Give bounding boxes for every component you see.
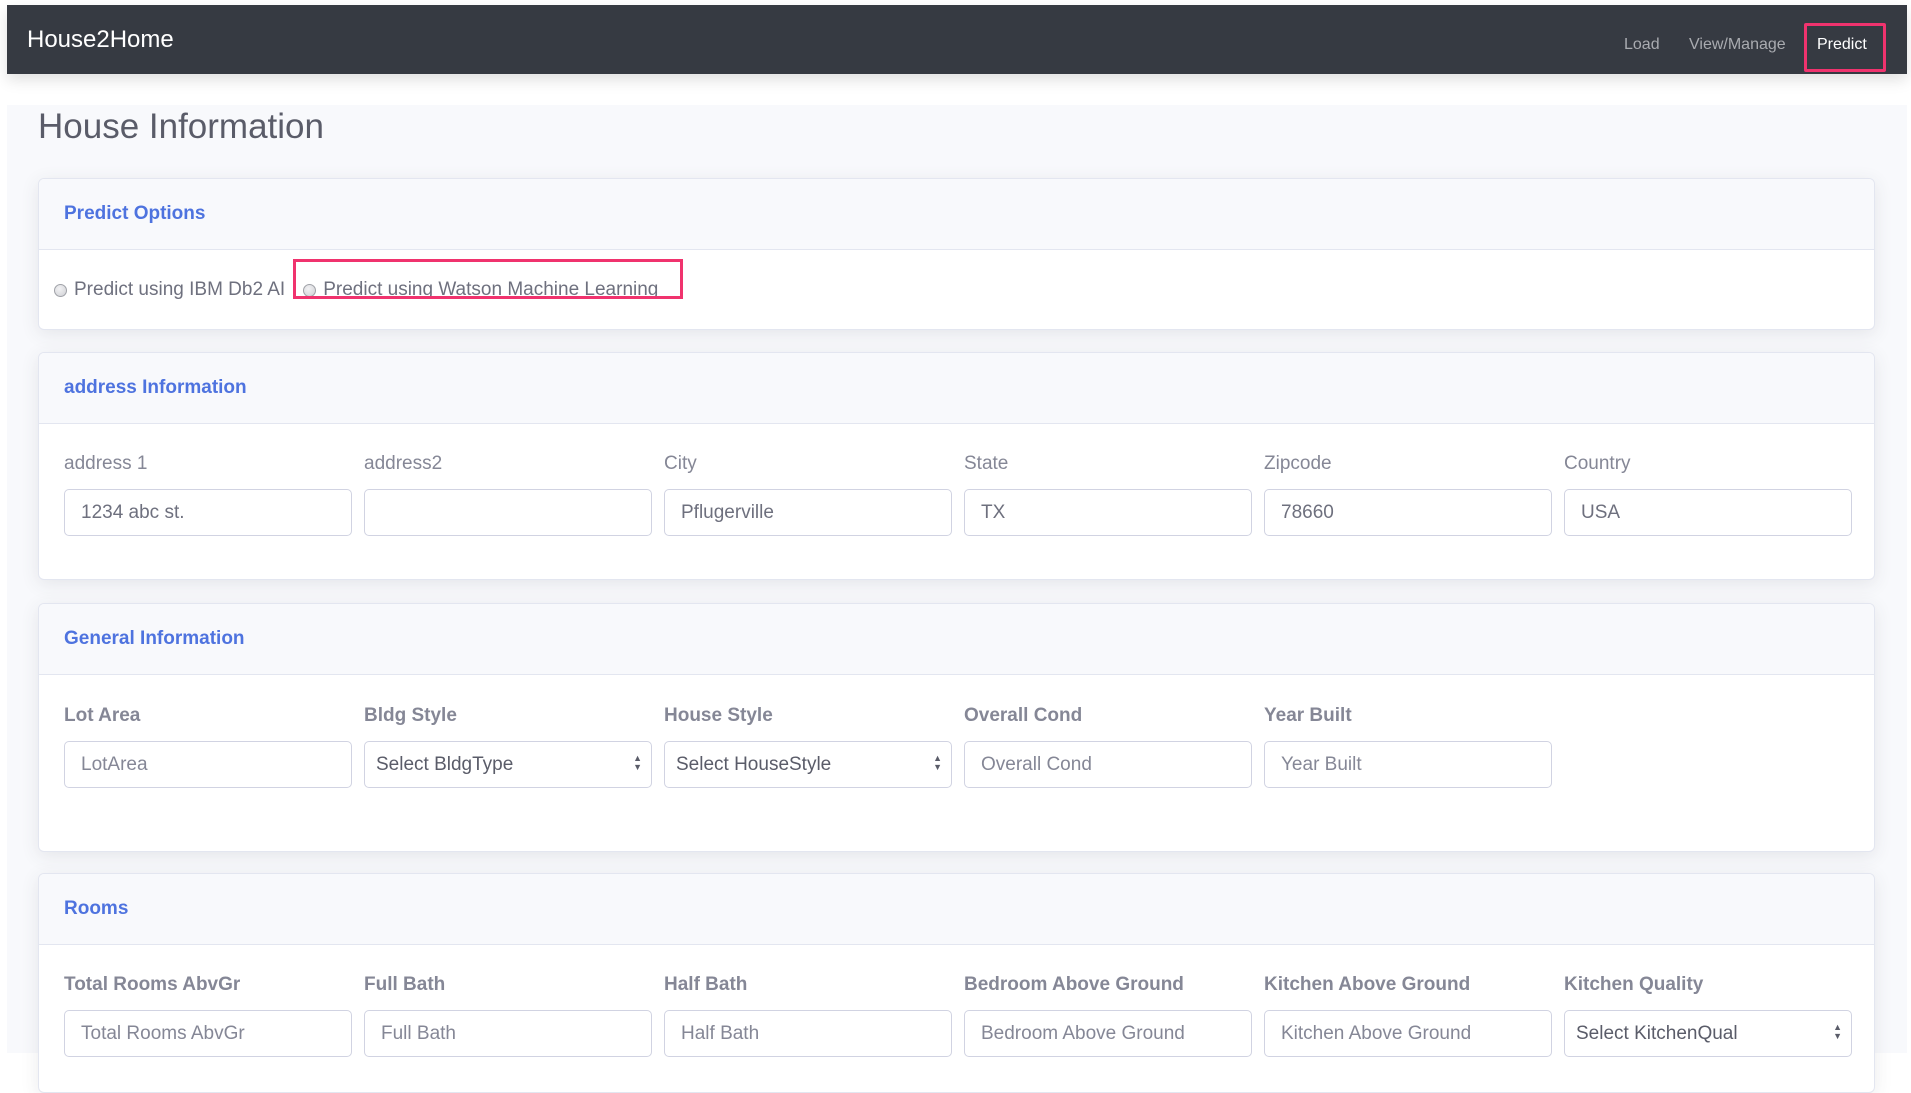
city-input[interactable]: Pflugerville xyxy=(664,489,952,536)
field-state: State TX xyxy=(964,451,1252,536)
overall-cond-input[interactable]: Overall Cond xyxy=(964,741,1252,788)
placeholder-text: Half Bath xyxy=(681,1022,760,1044)
field-label: Overall Cond xyxy=(964,705,1083,726)
address1-input[interactable]: 1234 abc st. xyxy=(64,489,352,536)
placeholder-text: Total Rooms AbvGr xyxy=(81,1022,245,1044)
select-value: Select BldgType xyxy=(376,753,514,775)
placeholder-text: Year Built xyxy=(1281,753,1362,775)
field-full-bath: Full Bath Full Bath xyxy=(364,972,652,1057)
field-label: Total Rooms AbvGr xyxy=(64,974,241,995)
bldg-type-select[interactable]: Select BldgType ▲ ▼ xyxy=(364,741,652,788)
field-label: Kitchen Quality xyxy=(1564,974,1704,995)
field-year-built: Year Built Year Built xyxy=(1264,703,1552,788)
field-zipcode: Zipcode 78660 xyxy=(1264,451,1552,536)
field-lot-area: Lot Area LotArea xyxy=(64,703,352,788)
card-header-predict-options: Predict Options xyxy=(39,179,1874,250)
zipcode-input[interactable]: 78660 xyxy=(1264,489,1552,536)
field-label: Lot Area xyxy=(64,705,141,726)
field-address2: address2 xyxy=(364,451,652,536)
main-container: House Information Predict Options Predic… xyxy=(7,105,1907,1093)
placeholder-text: Bedroom Above Ground xyxy=(981,1022,1185,1044)
year-built-input[interactable]: Year Built xyxy=(1264,741,1552,788)
kitchen-quality-select[interactable]: Select KitchenQual ▲ ▼ xyxy=(1564,1010,1852,1057)
full-bath-input[interactable]: Full Bath xyxy=(364,1010,652,1057)
house-style-select[interactable]: Select HouseStyle ▲ ▼ xyxy=(664,741,952,788)
select-arrows-icon: ▲ ▼ xyxy=(1833,1022,1842,1041)
field-label: Full Bath xyxy=(364,974,446,995)
radio-option-watson-ml[interactable]: Predict using Watson Machine Learning xyxy=(293,259,684,301)
kitchen-above-ground-input[interactable]: Kitchen Above Ground xyxy=(1264,1010,1552,1057)
radio-button-icon[interactable] xyxy=(303,283,317,297)
field-label: Year Built xyxy=(1264,705,1352,726)
field-label: Bedroom Above Ground xyxy=(964,974,1184,995)
field-kitchen-above-ground: Kitchen Above Ground Kitchen Above Groun… xyxy=(1264,972,1552,1057)
field-label: Country xyxy=(1564,453,1631,474)
field-city: City Pflugerville xyxy=(664,451,952,536)
country-input[interactable]: USA xyxy=(1564,489,1852,536)
field-overall-cond: Overall Cond Overall Cond xyxy=(964,703,1252,788)
field-country: Country USA xyxy=(1564,451,1852,536)
card-header-rooms: Rooms xyxy=(39,874,1874,945)
field-label: House Style xyxy=(664,705,773,726)
field-label: address 1 xyxy=(64,453,148,474)
total-rooms-input[interactable]: Total Rooms AbvGr xyxy=(64,1010,352,1057)
bedroom-above-ground-input[interactable]: Bedroom Above Ground xyxy=(964,1010,1252,1057)
placeholder-text: Full Bath xyxy=(381,1022,456,1044)
radio-label: Predict using IBM Db2 AI xyxy=(74,279,286,300)
field-label: Half Bath xyxy=(664,974,748,995)
predict-options-card: Predict Options Predict using IBM Db2 AI… xyxy=(38,178,1875,330)
field-total-rooms: Total Rooms AbvGr Total Rooms AbvGr xyxy=(64,972,352,1057)
brand-logo[interactable]: House2Home xyxy=(27,5,174,74)
field-label: City xyxy=(664,453,697,474)
select-value: Select HouseStyle xyxy=(676,753,832,775)
half-bath-input[interactable]: Half Bath xyxy=(664,1010,952,1057)
card-header-general: General Information xyxy=(39,604,1874,675)
lot-area-input[interactable]: LotArea xyxy=(64,741,352,788)
rooms-card: Rooms Total Rooms AbvGr Total Rooms AbvG… xyxy=(38,873,1875,1093)
card-header-address: address Information xyxy=(39,353,1874,424)
placeholder-text: LotArea xyxy=(81,753,148,775)
radio-label: Predict using Watson Machine Learning xyxy=(323,279,659,300)
general-information-card: General Information Lot Area LotArea Bld… xyxy=(38,603,1875,852)
radio-option-db2-ai[interactable]: Predict using IBM Db2 AI xyxy=(54,279,285,301)
nav-link-predict[interactable]: Predict xyxy=(1817,5,1867,74)
select-arrows-icon: ▲ ▼ xyxy=(933,753,942,772)
address2-input[interactable] xyxy=(364,489,652,536)
field-label: address2 xyxy=(364,453,443,474)
field-kitchen-quality: Kitchen Quality Select KitchenQual ▲ ▼ xyxy=(1564,972,1852,1057)
radio-button-icon[interactable] xyxy=(54,283,67,297)
field-label: State xyxy=(964,453,1009,474)
select-value: Select KitchenQual xyxy=(1576,1022,1738,1044)
field-address1: address 1 1234 abc st. xyxy=(64,451,352,536)
placeholder-text: Kitchen Above Ground xyxy=(1281,1022,1472,1044)
field-label: Bldg Style xyxy=(364,705,457,726)
nav-link-view-manage[interactable]: View/Manage xyxy=(1689,5,1786,74)
select-arrows-icon: ▲ ▼ xyxy=(633,753,642,772)
address-information-card: address Information address 1 1234 abc s… xyxy=(38,352,1875,580)
field-half-bath: Half Bath Half Bath xyxy=(664,972,952,1057)
field-label: Kitchen Above Ground xyxy=(1264,974,1471,995)
top-navbar: House2Home Load View/Manage Predict xyxy=(7,5,1907,74)
page-title: House Information xyxy=(38,107,324,146)
placeholder-text: Overall Cond xyxy=(981,753,1092,775)
field-bldg-style: Bldg Style Select BldgType ▲ ▼ xyxy=(364,703,652,788)
state-input[interactable]: TX xyxy=(964,489,1252,536)
field-bedroom-above-ground: Bedroom Above Ground Bedroom Above Groun… xyxy=(964,972,1252,1057)
field-house-style: House Style Select HouseStyle ▲ ▼ xyxy=(664,703,952,788)
nav-link-load[interactable]: Load xyxy=(1624,5,1660,74)
field-label: Zipcode xyxy=(1264,453,1332,474)
